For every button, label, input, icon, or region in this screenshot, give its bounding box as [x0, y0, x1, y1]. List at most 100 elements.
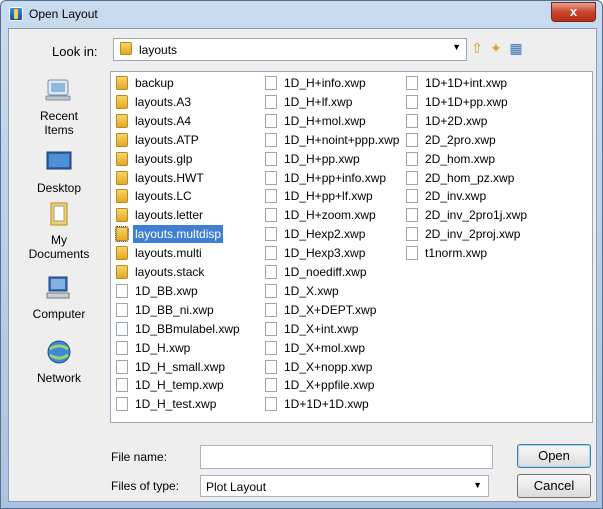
file-icon [116, 283, 128, 298]
open-button[interactable]: Open [517, 444, 591, 468]
recent-items-icon [45, 79, 71, 101]
file-icon [406, 170, 418, 185]
item-label: 1D_Hexp3.xwp [284, 246, 366, 261]
item-label: 2D_inv_2proj.xwp [425, 227, 521, 242]
item-label: 1D_H+pp+lf.xwp [284, 189, 373, 204]
up-folder-icon[interactable]: ⇧ [467, 39, 487, 57]
open-layout-dialog: Open Layout x Look in: layouts ▼ ⇧ ✦ ▦ R… [0, 0, 603, 509]
item-label: 1D_X+ppfile.xwp [284, 378, 375, 393]
item-label: 1D_X+DEPT.xwp [284, 302, 377, 317]
item-label: 1D+1D+int.xwp [425, 76, 508, 90]
item-label: layouts.A4 [135, 113, 192, 128]
item-label: 1D_H.xwp [135, 340, 191, 355]
new-folder-icon[interactable]: ✦ [486, 39, 506, 57]
file-icon [406, 76, 418, 90]
file-icon [406, 94, 418, 109]
close-button[interactable]: x [551, 2, 596, 22]
item-label: 2D_hom_pz.xwp [425, 170, 515, 185]
item-label: layouts.ATP [135, 132, 199, 147]
file-icon [265, 340, 277, 355]
dialog-body: Look in: layouts ▼ ⇧ ✦ ▦ Recent Items De… [8, 28, 597, 502]
look-in-value: layouts [139, 43, 178, 57]
view-menu-icon[interactable]: ▦ [506, 39, 526, 57]
item-label: 1D_noediff.xwp [284, 265, 367, 279]
files-of-type-dropdown[interactable]: Plot Layout ▼ [200, 475, 489, 497]
file-icon [406, 132, 418, 147]
file-icon [265, 359, 277, 374]
folder-icon [116, 151, 128, 166]
file-list[interactable]: backup layouts.A3 layouts.A4 layouts.ATP lay… [110, 71, 593, 423]
item-label: 1D_BBmulabel.xwp [135, 321, 240, 336]
item-label: layouts.stack [135, 265, 205, 279]
file-icon [265, 208, 277, 223]
item-label: layouts.A3 [135, 94, 192, 109]
file-icon [265, 113, 277, 128]
place-label: Computer [32, 307, 86, 321]
place-computer[interactable]: Computer [10, 275, 108, 321]
item-label: 1D_X.xwp [284, 283, 339, 298]
item-label: 1D_H_small.xwp [135, 359, 226, 374]
folder-icon [116, 94, 128, 109]
file-icon [406, 189, 418, 204]
file-icon [265, 170, 277, 185]
item-label: 1D+1D+1D.xwp [284, 397, 369, 412]
item-label: 1D_X+mol.xwp [284, 340, 366, 355]
item-label: layouts.multi [135, 246, 202, 261]
item-label: layouts.letter [135, 208, 204, 223]
item-label: 2D_inv.xwp [425, 189, 487, 204]
file-icon [265, 246, 277, 261]
folder-icon [116, 265, 128, 279]
file-icon [406, 208, 418, 223]
item-label: 1D_H_test.xwp [135, 397, 217, 412]
folder-icon [120, 42, 132, 55]
place-label: Network [36, 371, 81, 385]
item-label: backup [135, 76, 174, 90]
chevron-down-icon: ▼ [473, 480, 482, 490]
folder-icon [116, 170, 128, 185]
folder-icon [116, 246, 128, 261]
file-icon [265, 397, 277, 412]
item-label: 2D_inv_2pro1j.xwp [425, 208, 528, 223]
item-label: 1D_X+nopp.xwp [284, 359, 373, 374]
places-bar: Recent Items Desktop My Documents Comput… [10, 71, 108, 421]
file-icon [406, 227, 418, 242]
look-in-dropdown[interactable]: layouts ▼ [113, 38, 467, 61]
item-label: 2D_2pro.xwp [425, 132, 496, 147]
item-label: 1D_Hexp2.xwp [284, 227, 366, 242]
item-label: layouts.LC [135, 189, 192, 204]
file-name-input[interactable] [200, 445, 493, 469]
file-name-label: File name: [111, 450, 168, 464]
files-of-type-value: Plot Layout [206, 480, 267, 494]
folder-icon [115, 226, 129, 243]
file-icon [116, 340, 128, 355]
place-recent-items[interactable]: Recent Items [10, 77, 108, 137]
item-label: layouts.glp [135, 151, 193, 166]
item-label: 1D_H+zoom.xwp [284, 208, 376, 223]
look-in-label: Look in: [52, 44, 98, 59]
folder-icon [116, 132, 128, 147]
place-label: My [51, 233, 67, 247]
place-desktop[interactable]: Desktop [10, 149, 108, 195]
chevron-down-icon: ▼ [452, 42, 461, 52]
item-label: 1D_H+lf.xwp [284, 94, 353, 109]
file-icon [265, 283, 277, 298]
item-label: 2D_hom.xwp [425, 151, 496, 166]
file-icon [116, 397, 128, 412]
file-icon [265, 378, 277, 393]
file-icon [406, 113, 418, 128]
file-icon [265, 302, 277, 317]
item-label: 1D_H+info.xwp [284, 76, 366, 90]
cancel-button[interactable]: Cancel [517, 474, 591, 498]
place-my-documents[interactable]: My Documents [10, 201, 108, 261]
place-network[interactable]: Network [10, 339, 108, 385]
item-label: 1D_H+pp+info.xwp [284, 170, 387, 185]
file-icon [116, 302, 128, 317]
file-icon [265, 265, 277, 279]
place-label: Items [44, 123, 74, 137]
file-icon [116, 359, 128, 374]
place-label: Recent [39, 109, 79, 123]
place-label: Desktop [36, 181, 82, 195]
file-icon [406, 246, 418, 261]
folder-icon [116, 189, 128, 204]
file-icon [265, 151, 277, 166]
